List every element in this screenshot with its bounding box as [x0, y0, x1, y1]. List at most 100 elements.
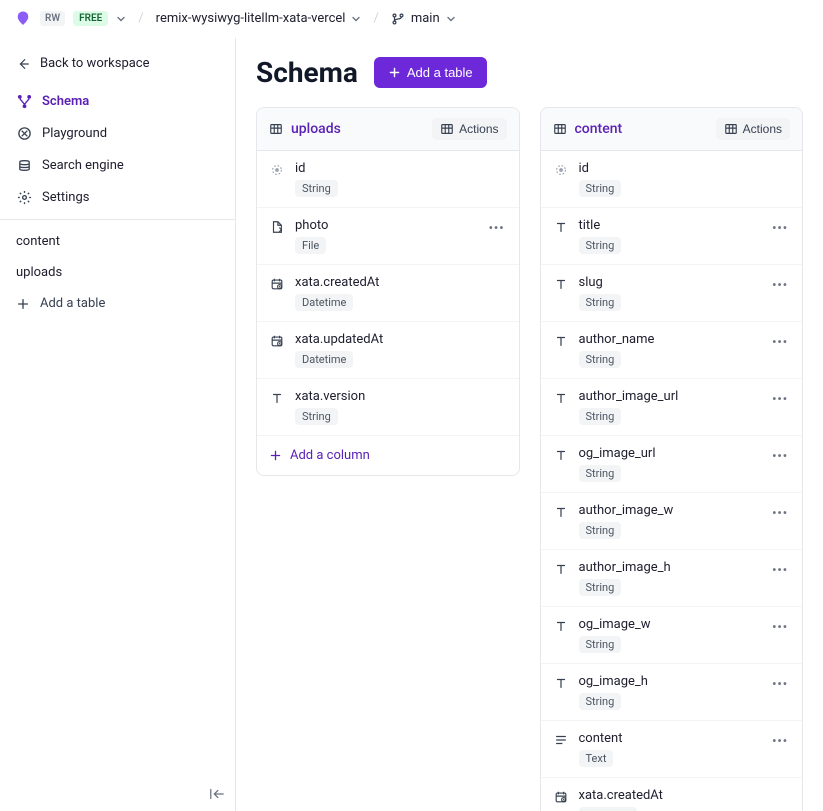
branch-crumb[interactable]: main: [391, 11, 456, 26]
column-name: id: [579, 161, 791, 176]
column-menu-button[interactable]: •••: [770, 277, 790, 293]
plan-badge: FREE: [73, 11, 108, 26]
column-row[interactable]: xata.createdAt Datetime: [541, 778, 803, 811]
column-name: content: [579, 731, 761, 746]
sidebar-item-playground[interactable]: Playground: [0, 117, 235, 149]
column-row[interactable]: og_image_hString•••: [541, 664, 803, 721]
column-name: og_image_h: [579, 674, 761, 689]
add-column-button[interactable]: Add a column: [257, 436, 519, 475]
column-type-icon: [553, 732, 569, 748]
actions-label: Actions: [459, 122, 498, 136]
project-crumb[interactable]: remix-wysiwyg-litellm-xata-vercel: [156, 11, 362, 26]
column-type-badge: String: [295, 408, 338, 425]
sidebar-item-label: Schema: [42, 94, 89, 109]
column-row[interactable]: og_image_urlString•••: [541, 436, 803, 493]
column-menu-button[interactable]: •••: [770, 334, 790, 350]
table-name-label: content: [575, 121, 623, 137]
column-menu-button[interactable]: •••: [770, 733, 790, 749]
sidebar-table-uploads[interactable]: uploads: [0, 257, 235, 288]
column-type-badge: File: [295, 237, 326, 254]
column-name: xata.createdAt: [579, 788, 791, 803]
table-icon: [724, 122, 738, 136]
sidebar-item-schema[interactable]: Schema: [0, 85, 235, 117]
sidebar-item-label: Search engine: [42, 158, 124, 173]
column-row[interactable]: xata.updatedAt Datetime: [257, 322, 519, 379]
column-row[interactable]: slugString•••: [541, 265, 803, 322]
column-row[interactable]: author_image_urlString•••: [541, 379, 803, 436]
column-menu-button[interactable]: •••: [770, 619, 790, 635]
table-name[interactable]: uploads: [269, 121, 341, 137]
column-row[interactable]: xata.createdAt Datetime: [257, 265, 519, 322]
plus-icon: [269, 449, 282, 462]
column-row[interactable]: id String: [541, 151, 803, 208]
sidebar-item-label: Settings: [42, 190, 89, 205]
add-column-label: Add a column: [290, 448, 370, 463]
column-menu-button[interactable]: •••: [770, 448, 790, 464]
column-row[interactable]: author_image_hString•••: [541, 550, 803, 607]
table-card-header: uploads Actions: [257, 108, 519, 151]
column-row[interactable]: idString: [257, 151, 519, 208]
column-type-icon: [553, 789, 569, 805]
arrow-left-icon: [16, 57, 30, 71]
workspace-badge[interactable]: RW: [40, 11, 65, 26]
column-menu-button[interactable]: •••: [770, 220, 790, 236]
column-row[interactable]: titleString•••: [541, 208, 803, 265]
column-row[interactable]: og_image_w String •••: [541, 607, 803, 664]
branch-chevron-icon: [446, 14, 456, 24]
table-actions-button[interactable]: Actions: [432, 118, 506, 140]
column-menu-button[interactable]: •••: [770, 676, 790, 692]
sidebar-item-settings[interactable]: Settings: [0, 181, 235, 213]
collapse-sidebar-button[interactable]: [209, 787, 225, 801]
column-menu-button[interactable]: •••: [770, 562, 790, 578]
column-type-badge: String: [579, 465, 622, 482]
topbar: RW FREE / remix-wysiwyg-litellm-xata-ver…: [0, 0, 823, 38]
column-row[interactable]: photo File •••: [257, 208, 519, 265]
column-name: xata.createdAt: [295, 275, 507, 290]
column-row[interactable]: content Text •••: [541, 721, 803, 778]
column-row[interactable]: xata.versionString: [257, 379, 519, 436]
sidebar-table-content[interactable]: content: [0, 226, 235, 257]
column-menu-button[interactable]: •••: [487, 220, 507, 236]
add-table-button[interactable]: Add a table: [374, 57, 487, 88]
column-menu-button[interactable]: •••: [770, 505, 790, 521]
column-row[interactable]: author_nameString•••: [541, 322, 803, 379]
logo-icon[interactable]: [14, 10, 32, 28]
sidebar-item-search-engine[interactable]: Search engine: [0, 149, 235, 181]
playground-icon: [16, 125, 32, 141]
column-type-badge: Datetime: [295, 294, 353, 311]
column-type-icon: [553, 219, 569, 235]
column-menu-button[interactable]: •••: [770, 391, 790, 407]
workspace-switch-chevron-icon[interactable]: [116, 14, 126, 24]
column-type-badge: String: [579, 237, 622, 254]
column-type-icon: [269, 162, 285, 178]
column-name: xata.updatedAt: [295, 332, 507, 347]
column-row[interactable]: author_image_wString•••: [541, 493, 803, 550]
sidebar: Back to workspace Schema Playground Sear…: [0, 38, 236, 811]
column-type-badge: Datetime: [295, 351, 353, 368]
column-type-badge: Text: [579, 750, 614, 767]
column-type-badge: String: [295, 180, 338, 197]
column-type-badge: String: [579, 579, 622, 596]
column-type-icon: [269, 333, 285, 349]
column-type-badge: String: [579, 180, 622, 197]
column-type-badge: String: [579, 408, 622, 425]
column-type-icon: [553, 447, 569, 463]
table-icon: [440, 122, 454, 136]
column-type-icon: [269, 276, 285, 292]
table-icon: [269, 122, 283, 136]
add-table-label: Add a table: [40, 296, 105, 311]
table-actions-button[interactable]: Actions: [716, 118, 790, 140]
branch-icon: [391, 12, 405, 26]
column-type-icon: [553, 504, 569, 520]
column-name: og_image_w: [579, 617, 761, 632]
back-to-workspace[interactable]: Back to workspace: [0, 48, 235, 79]
table-card-uploads: uploads Actions idString photo File ••• xata.c…: [256, 107, 520, 476]
column-type-badge: String: [579, 522, 622, 539]
column-type-badge: Datetime: [579, 807, 637, 811]
table-card-content: contentActionsidStringtitleString•••slug…: [540, 107, 804, 811]
column-name: photo: [295, 218, 477, 233]
sidebar-add-table[interactable]: Add a table: [0, 288, 235, 319]
column-type-badge: String: [579, 636, 622, 653]
plus-icon: [16, 297, 30, 311]
table-name[interactable]: content: [553, 121, 623, 137]
